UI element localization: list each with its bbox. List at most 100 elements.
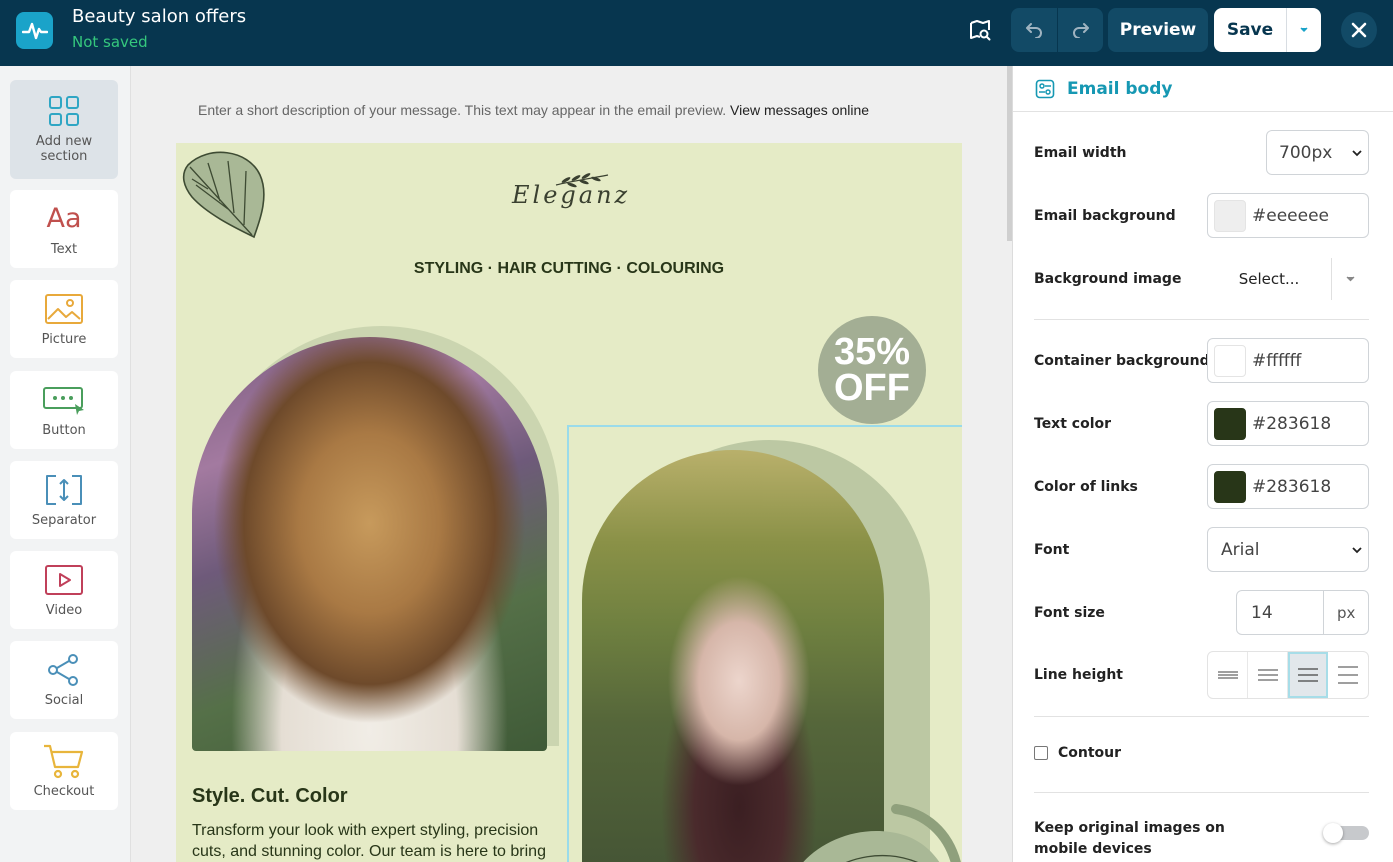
line-height-normal-icon[interactable] [1248, 652, 1288, 698]
app-logo-icon[interactable] [16, 12, 53, 49]
leaf-decoration-icon [803, 804, 961, 862]
discount-badge[interactable]: 35% OFF [818, 316, 926, 424]
text-color-row: Text color #283618 [1034, 401, 1369, 446]
line-height-label: Line height [1034, 667, 1123, 683]
chevron-down-icon[interactable] [1346, 276, 1355, 282]
section-heading[interactable]: Style. Cut. Color [192, 785, 348, 808]
panel-title: Email body [1067, 78, 1173, 99]
sidebar-item-label: Add new section [35, 134, 93, 164]
font-size-unit: px [1336, 603, 1356, 622]
email-settings-icon [1035, 79, 1055, 98]
sidebar-item-separator[interactable]: Separator [10, 461, 118, 539]
woman-photo[interactable] [582, 450, 884, 862]
preview-button[interactable]: Preview [1108, 8, 1208, 52]
line-height-tight-icon[interactable] [1208, 652, 1248, 698]
hair-photo[interactable] [192, 337, 547, 751]
sidebar-item-add-section[interactable]: Add new section [10, 80, 118, 179]
button-icon [42, 383, 86, 417]
editor-canvas: Enter a short description of your messag… [132, 66, 1010, 862]
sidebar-item-label: Picture [41, 332, 87, 347]
view-online-link[interactable]: View messages online [730, 102, 869, 118]
color-swatch[interactable] [1214, 407, 1246, 440]
color-swatch[interactable] [1214, 199, 1246, 232]
line-height-row: Line height [1034, 651, 1369, 699]
sidebar-item-video[interactable]: Video [10, 551, 118, 629]
divider [1034, 716, 1369, 717]
sidebar-item-checkout[interactable]: Checkout [10, 732, 118, 810]
line-height-loose-icon[interactable] [1328, 652, 1368, 698]
save-group: Save [1214, 8, 1321, 52]
campaign-title[interactable]: Beauty salon offers [72, 6, 246, 27]
font-size-input[interactable]: 14 [1237, 603, 1323, 623]
test-preview-icon[interactable] [967, 17, 993, 43]
background-image-label: Background image [1034, 270, 1182, 287]
divider [1034, 319, 1369, 320]
background-image-value[interactable]: Select... [1207, 270, 1331, 288]
grid-icon [42, 94, 86, 128]
text-color-label: Text color [1034, 415, 1112, 432]
link-color-picker[interactable]: #283618 [1207, 464, 1369, 509]
preheader-text[interactable]: Enter a short description of your messag… [198, 102, 869, 118]
olive-branch-icon [555, 173, 609, 188]
email-background-value[interactable]: #eeeeee [1252, 206, 1329, 226]
email-width-row: Email width 700px [1034, 130, 1369, 175]
sidebar-item-label: Separator [31, 513, 97, 528]
container-background-value[interactable]: #ffffff [1252, 351, 1301, 371]
email-background-row: Email background #eeeeee [1034, 193, 1369, 238]
badge-off: OFF [834, 367, 910, 409]
close-icon[interactable] [1341, 12, 1377, 48]
tagline[interactable]: STYLING · HAIR CUTTING · COLOURING [176, 260, 962, 278]
line-height-relaxed-icon[interactable] [1288, 652, 1328, 698]
font-row: Font Arial [1034, 527, 1369, 572]
chevron-down-icon [1352, 150, 1362, 157]
color-swatch[interactable] [1214, 470, 1246, 503]
keep-images-label: Keep original images on mobile devices [1034, 820, 1225, 857]
settings-panel: Email body Email width 700px Email backg… [1012, 66, 1393, 862]
keep-images-toggle[interactable] [1323, 823, 1369, 843]
sidebar-item-social[interactable]: Social [10, 641, 118, 719]
link-color-row: Color of links #283618 [1034, 464, 1369, 509]
save-options-chevron-down-icon[interactable] [1286, 8, 1321, 52]
redo-icon[interactable] [1057, 8, 1103, 52]
preheader-description[interactable]: Enter a short description of your messag… [198, 102, 726, 118]
video-icon [42, 563, 86, 597]
sidebar-item-button[interactable]: Button [10, 371, 118, 449]
chevron-down-icon [1352, 547, 1362, 554]
sidebar-item-text[interactable]: Aa Text [10, 190, 118, 268]
section-body[interactable]: Transform your look with expert styling,… [192, 820, 552, 862]
save-button[interactable]: Save [1214, 8, 1286, 52]
email-width-select[interactable]: 700px [1266, 130, 1369, 175]
text-color-picker[interactable]: #283618 [1207, 401, 1369, 446]
color-swatch[interactable] [1214, 344, 1246, 377]
text-icon: Aa [46, 203, 82, 234]
email-background-picker[interactable]: #eeeeee [1207, 193, 1369, 238]
sidebar-item-label: Social [44, 693, 84, 708]
background-image-select[interactable]: Select... [1207, 256, 1369, 301]
badge-percent: 35% [833, 331, 911, 373]
font-size-field[interactable]: 14 px [1236, 590, 1369, 635]
font-label: Font [1034, 541, 1070, 558]
link-color-label: Color of links [1034, 478, 1138, 495]
panel-header: Email body [1013, 66, 1393, 112]
font-select[interactable]: Arial [1207, 527, 1369, 572]
email-width-label: Email width [1034, 144, 1127, 161]
blocks-sidebar: Add new section Aa Text Picture Button S… [0, 66, 131, 862]
background-image-row: Background image Select... [1034, 256, 1369, 301]
text-color-value[interactable]: #283618 [1252, 414, 1331, 434]
sidebar-item-picture[interactable]: Picture [10, 280, 118, 358]
link-color-value[interactable]: #283618 [1252, 477, 1331, 497]
sidebar-item-label: Video [45, 603, 83, 618]
contour-label[interactable]: Contour [1058, 745, 1121, 761]
sidebar-item-label: Checkout [33, 784, 95, 799]
email-background-label: Email background [1034, 207, 1176, 224]
email-container[interactable]: Eleganz STYLING · HAIR CUTTING · COLOURI… [176, 143, 962, 862]
container-background-row: Container background #ffffff [1034, 338, 1369, 383]
font-size-row: Font size 14 px [1034, 590, 1369, 635]
cart-icon [42, 744, 86, 779]
monstera-leaf-icon [182, 151, 265, 239]
undo-icon[interactable] [1011, 8, 1057, 52]
container-background-label: Container background [1034, 352, 1210, 369]
contour-checkbox[interactable] [1034, 745, 1048, 760]
container-background-picker[interactable]: #ffffff [1207, 338, 1369, 383]
save-status: Not saved [72, 33, 148, 51]
